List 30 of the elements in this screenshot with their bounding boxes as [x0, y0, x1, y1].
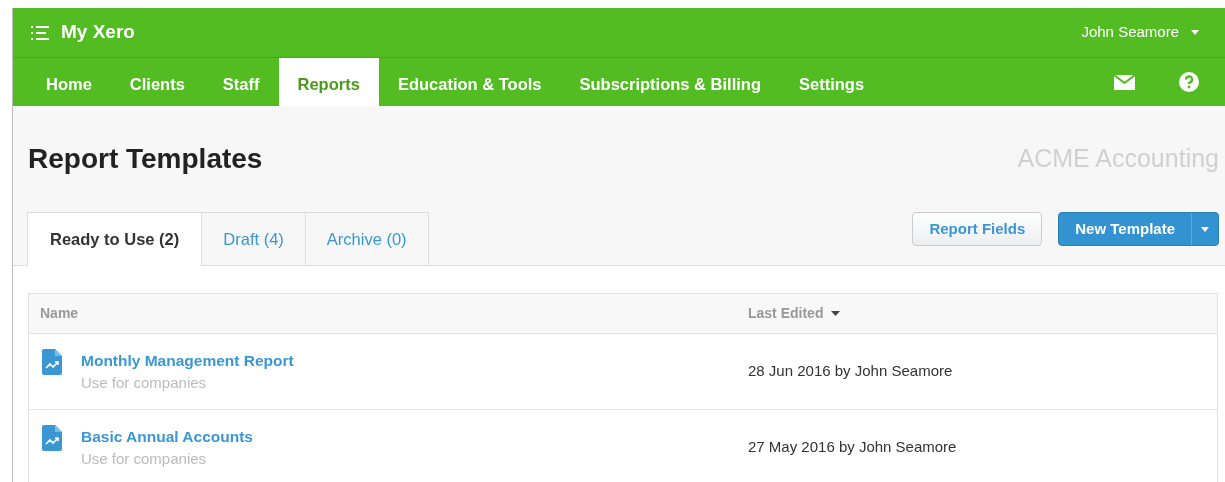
template-link[interactable]: Monthly Management Report [81, 348, 294, 372]
nav-tab[interactable]: Subscriptions & Billing [560, 58, 780, 106]
nav-tab[interactable]: Clients [110, 58, 204, 106]
menu-icon[interactable] [31, 25, 49, 40]
column-header: Name [39, 304, 80, 323]
tab[interactable]: Draft (4) [201, 212, 306, 266]
caret-icon [1201, 226, 1209, 232]
nav-tab[interactable]: Reports [278, 58, 379, 106]
nav-tab[interactable]: Settings [780, 58, 884, 106]
last-edited-cell-text: 27 May 2016 by John Seamore [748, 437, 957, 458]
last-edited-cell-text: 28 Jun 2016 by John Seamore [748, 361, 953, 382]
user-menu[interactable]: John Seamore [1081, 21, 1207, 44]
report-fields-button[interactable]: Report Fields [912, 212, 1043, 246]
chart-document-icon [42, 424, 62, 451]
tab[interactable]: Archive (0) [304, 212, 429, 266]
template-link[interactable]: Basic Annual Accounts [81, 424, 253, 448]
column-header[interactable]: Last Edited [748, 303, 841, 324]
nav-tab[interactable]: Education & Tools [378, 58, 561, 106]
tab[interactable]: Ready to Use (2) [27, 212, 203, 266]
page-title: Report Templates [28, 142, 263, 176]
template-description: Use for companies [81, 372, 208, 393]
help-icon[interactable] [1179, 72, 1199, 92]
nav-tab[interactable]: Staff [203, 58, 279, 106]
sort-caret-icon [831, 311, 841, 316]
nav-tab[interactable]: Home [27, 58, 111, 106]
template-description: Use for companies [81, 448, 208, 469]
caret-icon [1191, 30, 1199, 35]
mail-icon[interactable] [1114, 74, 1135, 90]
chart-document-icon [42, 348, 62, 375]
app-title: My Xero [61, 20, 135, 45]
